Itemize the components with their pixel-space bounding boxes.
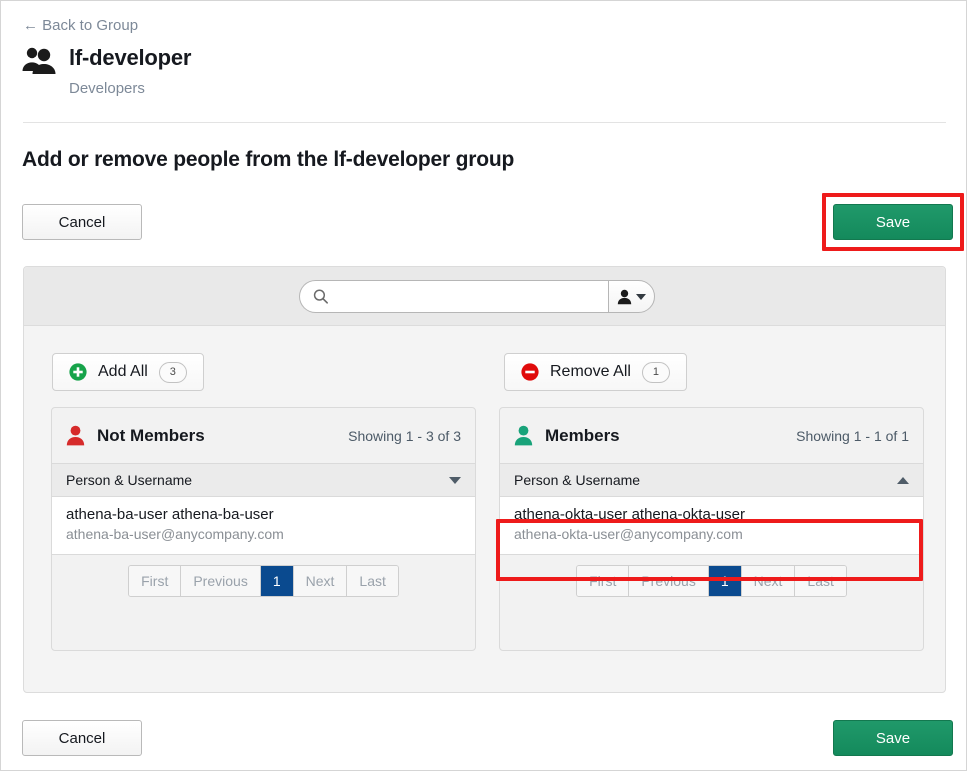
members-title: Members — [545, 426, 620, 446]
members-header: Members Showing 1 - 1 of 1 — [500, 408, 923, 464]
person-email: athena-okta-user@anycompany.com — [514, 525, 909, 544]
save-button-top[interactable]: Save — [833, 204, 953, 240]
person-icon — [617, 289, 632, 305]
person-name: athena-okta-user athena-okta-user — [514, 505, 909, 525]
back-to-group-link[interactable]: ← Back to Group — [23, 17, 138, 34]
save-button-bottom[interactable]: Save — [833, 720, 953, 756]
group-description: Developers — [69, 80, 145, 97]
pager-last[interactable]: Last — [347, 566, 397, 596]
person-name: athena-ba-user athena-ba-user — [66, 505, 461, 525]
search-filter-dropdown[interactable] — [608, 280, 655, 313]
pager-next[interactable]: Next — [742, 566, 796, 596]
search-band — [24, 267, 945, 326]
pager-previous[interactable]: Previous — [629, 566, 708, 596]
pager: First Previous 1 Next Last — [576, 565, 847, 597]
sort-ascending-icon — [897, 477, 909, 484]
not-members-rows: athena-ba-user athena-ba-user athena-ba-… — [52, 497, 475, 555]
sort-descending-icon — [449, 477, 461, 484]
section-heading: Add or remove people from the lf-develop… — [22, 148, 514, 172]
page-title: lf-developer — [69, 45, 191, 71]
add-all-label: Add All — [98, 363, 148, 381]
members-panel: Members Showing 1 - 1 of 1 Person & User… — [499, 407, 924, 651]
list-item[interactable]: athena-okta-user athena-okta-user athena… — [500, 497, 923, 555]
add-all-count: 3 — [159, 362, 187, 383]
column-label: Person & Username — [66, 472, 192, 488]
remove-all-count: 1 — [642, 362, 670, 383]
add-all-button[interactable]: Add All 3 — [52, 353, 204, 391]
column-label: Person & Username — [514, 472, 640, 488]
remove-all-button[interactable]: Remove All 1 — [504, 353, 687, 391]
cancel-button-top[interactable]: Cancel — [22, 204, 142, 240]
not-members-title: Not Members — [97, 426, 205, 446]
pager-first[interactable]: First — [577, 566, 629, 596]
members-showing: Showing 1 - 1 of 1 — [796, 428, 909, 444]
pager-first[interactable]: First — [129, 566, 181, 596]
header-divider — [23, 122, 946, 123]
members-column-header[interactable]: Person & Username — [500, 464, 923, 497]
search-field-wrapper[interactable] — [299, 280, 608, 313]
not-members-pagination: First Previous 1 Next Last — [52, 555, 475, 597]
pager-next[interactable]: Next — [294, 566, 348, 596]
minus-circle-icon — [521, 363, 539, 381]
list-item[interactable]: athena-ba-user athena-ba-user athena-ba-… — [52, 497, 475, 555]
pager-previous[interactable]: Previous — [181, 566, 260, 596]
members-rows: athena-okta-user athena-okta-user athena… — [500, 497, 923, 555]
members-pagination: First Previous 1 Next Last — [500, 555, 923, 597]
person-email: athena-ba-user@anycompany.com — [66, 525, 461, 544]
person-icon-red — [66, 425, 85, 446]
not-members-column-header[interactable]: Person & Username — [52, 464, 475, 497]
search-input[interactable] — [337, 288, 608, 306]
not-members-header: Not Members Showing 1 - 3 of 3 — [52, 408, 475, 464]
not-members-showing: Showing 1 - 3 of 3 — [348, 428, 461, 444]
person-icon-green — [514, 425, 533, 446]
pager-page-1[interactable]: 1 — [709, 566, 742, 596]
remove-all-label: Remove All — [550, 363, 631, 381]
search-icon — [313, 288, 329, 305]
search-bar — [299, 280, 655, 313]
not-members-panel: Not Members Showing 1 - 3 of 3 Person & … — [51, 407, 476, 651]
plus-circle-icon — [69, 363, 87, 381]
pager-last[interactable]: Last — [795, 566, 845, 596]
pager-page-1[interactable]: 1 — [261, 566, 294, 596]
cancel-button-bottom[interactable]: Cancel — [22, 720, 142, 756]
chevron-down-icon — [636, 294, 646, 300]
pager: First Previous 1 Next Last — [128, 565, 399, 597]
page-root: ← Back to Group lf-developer Developers … — [0, 0, 967, 771]
group-people-icon — [21, 45, 57, 75]
